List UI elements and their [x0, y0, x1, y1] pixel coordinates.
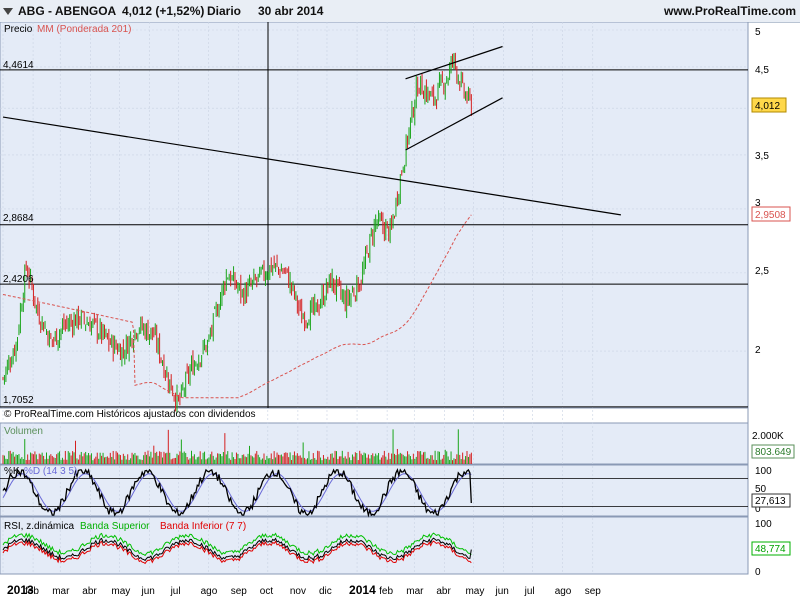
x-tick-label: ago	[555, 586, 572, 597]
x-tick-label: abr	[436, 586, 451, 597]
x-tick-label: dic	[319, 586, 332, 597]
x-tick-label: jun	[495, 586, 509, 597]
rsi-last-label: 48,774	[755, 544, 786, 555]
y-tick-4-5: 4,5	[755, 65, 769, 76]
ma-value-label: 2,9508	[755, 210, 786, 221]
quote-value: 4,012 (+1,52%)	[122, 4, 205, 18]
x-tick-label: jun	[140, 586, 154, 597]
y-tick-5: 5	[755, 27, 761, 38]
x-tick-label: jul	[170, 586, 181, 597]
price-panel	[0, 22, 749, 409]
stoch-k-label: %K	[4, 466, 20, 477]
level-label-3: 2,4206	[3, 274, 34, 285]
menu-icon[interactable]	[2, 5, 14, 17]
x-tick-label: may	[465, 586, 484, 597]
x-tick-label: may	[111, 586, 130, 597]
x-tick-label: mar	[52, 586, 70, 597]
rsi-label: RSI, z.dinámica	[4, 521, 74, 532]
site-link[interactable]: www.ProRealTime.com	[664, 4, 796, 18]
x-tick-label: jul	[524, 586, 535, 597]
x-tick-label: nov	[290, 586, 306, 597]
ticker-name: ABG - ABENGOA	[18, 4, 117, 18]
rsi-tick-0: 0	[755, 567, 761, 578]
ma-legend-label: MM (Ponderada 201)	[37, 24, 132, 35]
volume-panel-label: Volumen	[4, 426, 43, 437]
x-tick-label: feb	[379, 586, 393, 597]
rsi-tick-100: 100	[755, 519, 772, 530]
stoch-last-label: 27,613	[755, 496, 786, 507]
y-tick-2-5: 2,5	[755, 266, 769, 277]
last-price-label: 4,012	[755, 101, 780, 112]
level-label-2: 2,8684	[3, 213, 34, 224]
y-tick-3-5: 3,5	[755, 151, 769, 162]
x-tick-label: abr	[82, 586, 97, 597]
x-tick-label: sep	[585, 586, 602, 597]
stoch-tick-100: 100	[755, 466, 772, 477]
volume-last-label: 803.649	[755, 447, 792, 458]
x-tick-label: ago	[201, 586, 218, 597]
rsi-inf-label: Banda Inferior (7 7)	[160, 521, 246, 532]
stoch-d-label: %D (14 3 5)	[24, 466, 77, 477]
rsi-sup-label: Banda Superior	[80, 521, 150, 532]
volume-tick: 2.000K	[752, 431, 784, 442]
price-panel-label: Precio	[4, 24, 33, 35]
date-label: 30 abr 2014	[258, 4, 324, 18]
x-tick-label: feb	[25, 586, 39, 597]
chart-svg: Precio MM (Ponderada 201) © ProRealTime.…	[0, 22, 795, 597]
level-label-4: 1,7052	[3, 395, 34, 406]
x-tick-label: 2014	[349, 583, 376, 597]
y-tick-2: 2	[755, 345, 761, 356]
watermark: © ProRealTime.com Históricos ajustados c…	[4, 409, 256, 420]
x-tick-label: oct	[260, 586, 274, 597]
period-label: Diario	[207, 4, 242, 18]
x-tick-label: sep	[231, 586, 248, 597]
stoch-tick-50: 50	[755, 484, 767, 495]
level-label-1: 4,4614	[3, 60, 34, 71]
x-tick-label: mar	[406, 586, 424, 597]
title-bar: ABG - ABENGOA 4,012 (+1,52%) Diario 30 a…	[0, 0, 800, 23]
